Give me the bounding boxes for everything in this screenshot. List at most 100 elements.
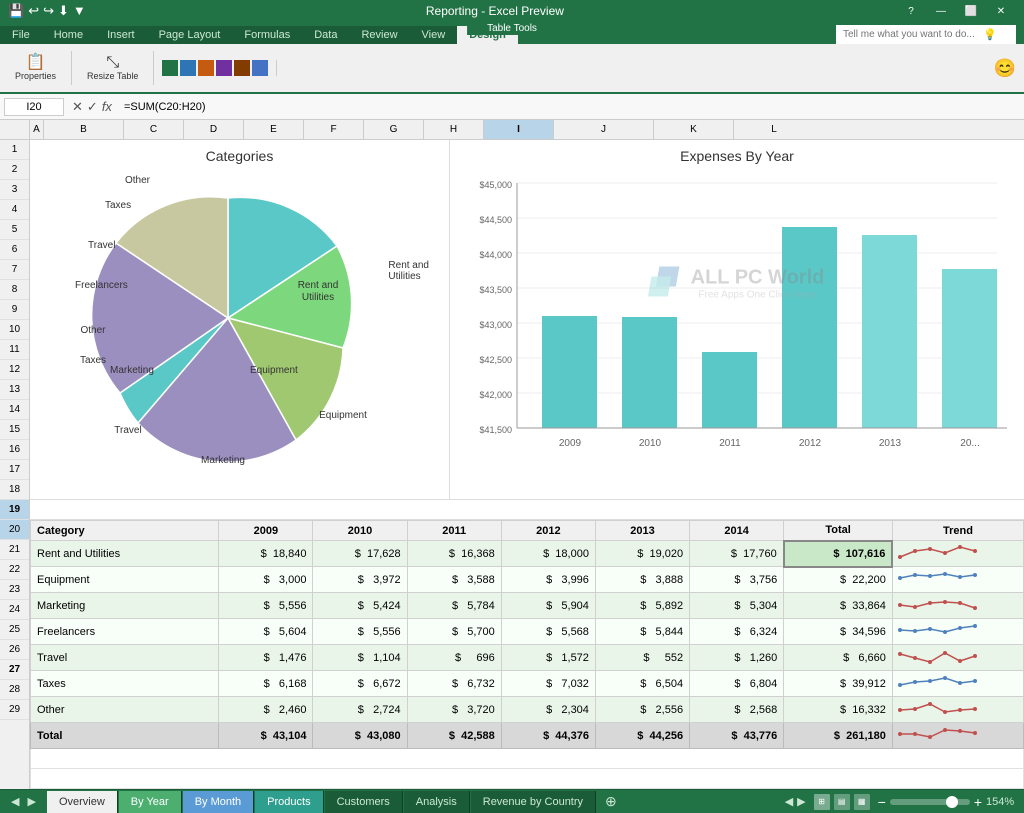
tab-by-year[interactable]: By Year [119, 791, 182, 813]
page-layout-icon[interactable]: ▤ [834, 794, 850, 810]
cell-mk-total: $ 33,864 [784, 593, 893, 619]
tab-overview[interactable]: Overview [47, 791, 118, 813]
scroll-controls[interactable]: ◀ ▶ [785, 795, 806, 808]
col-header-k: K [654, 120, 734, 139]
tab-insert[interactable]: Insert [95, 26, 147, 44]
redo-icon[interactable]: ↪ [43, 3, 54, 19]
style-swatch-2[interactable] [180, 60, 196, 76]
svg-text:2010: 2010 [639, 438, 662, 449]
search-input[interactable] [843, 29, 983, 40]
zoom-in-button[interactable]: + [974, 794, 982, 810]
tab-page-layout[interactable]: Page Layout [147, 26, 233, 44]
resize-button[interactable]: ⤡ Resize Table [80, 51, 145, 85]
header-2011: 2011 [407, 521, 501, 541]
status-right: ◀ ▶ ⊞ ▤ ▦ − + 154% [785, 794, 1016, 810]
quick-access-toolbar[interactable]: 💾 ↩ ↪ ⬇ ▼ [8, 3, 86, 19]
pie-chart-title: Categories [38, 148, 441, 164]
tab-products[interactable]: Products [255, 791, 323, 813]
table-total-row: Total $ 43,104 $ 43,080 $ 42,588 $ 44,37… [31, 723, 1024, 749]
zoom-out-button[interactable]: − [878, 794, 886, 810]
svg-text:$44,000: $44,000 [479, 250, 512, 260]
cell-ot-2011: $ 3,720 [407, 697, 501, 723]
minimize-button[interactable]: — [926, 0, 956, 22]
ribbon-group-styles [162, 60, 277, 76]
tab-by-month[interactable]: By Month [183, 791, 254, 813]
tab-formulas[interactable]: Formulas [232, 26, 302, 44]
header-total: Total [784, 521, 893, 541]
ribbon-group-properties: 📋 Properties [8, 51, 72, 85]
cell-rent-2011: $ 16,368 [407, 541, 501, 567]
label-other: Other [125, 175, 150, 186]
cell-tr-total: $ 6,660 [784, 645, 893, 671]
formula-input[interactable] [120, 99, 1020, 115]
formula-icons: ✕ ✓ fx [72, 99, 112, 115]
cell-eq-2012: $ 3,996 [501, 567, 595, 593]
bar-2009 [542, 316, 597, 428]
tab-view[interactable]: View [410, 26, 458, 44]
cell-total-2014: $ 43,776 [690, 723, 784, 749]
zoom-thumb[interactable] [946, 796, 958, 808]
style-swatch-5[interactable] [234, 60, 250, 76]
page-break-icon[interactable]: ▦ [854, 794, 870, 810]
cell-ot-2009: $ 2,460 [219, 697, 313, 723]
style-swatch-1[interactable] [162, 60, 178, 76]
normal-view-icon[interactable]: ⊞ [814, 794, 830, 810]
table-row-empty-28 [31, 749, 1024, 769]
cell-category-other: Other [31, 697, 219, 723]
table-row: Rent and Utilities $ 18,840 $ 17,628 $ 1… [31, 541, 1024, 567]
tab-home[interactable]: Home [42, 26, 95, 44]
cell-fr-2012: $ 5,568 [501, 619, 595, 645]
undo-icon[interactable]: ↩ [28, 3, 39, 19]
more-icon[interactable]: ▼ [73, 3, 86, 19]
name-box[interactable] [4, 98, 64, 116]
save-icon[interactable]: 💾 [8, 3, 24, 19]
view-controls[interactable]: ⊞ ▤ ▦ [814, 794, 870, 810]
pie-label-rent2: Utilities [302, 292, 334, 303]
header-2010: 2010 [313, 521, 407, 541]
close-button[interactable]: ✕ [986, 0, 1016, 22]
tab-file[interactable]: File [0, 26, 42, 44]
scroll-right-button[interactable]: ▶ [24, 795, 38, 808]
cell-fr-2010: $ 5,556 [313, 619, 407, 645]
pie-chart-container: Categories [30, 140, 450, 499]
cell-ot-total: $ 16,332 [784, 697, 893, 723]
label-freelancers: Freelancers [75, 280, 128, 291]
col-header-h: H [424, 120, 484, 139]
label-taxes: Taxes [105, 200, 131, 211]
scroll-left-button[interactable]: ◀ [8, 795, 22, 808]
search-box[interactable]: 💡 [836, 25, 1016, 44]
zoom-controls[interactable]: − + 154% [878, 794, 1016, 810]
cell-tx-2012: $ 7,032 [501, 671, 595, 697]
col-header-c: C [124, 120, 184, 139]
tab-revenue-by-country[interactable]: Revenue by Country [471, 791, 596, 813]
svg-text:$43,000: $43,000 [479, 320, 512, 330]
scroll-left-sheet[interactable]: ◀ [785, 795, 793, 808]
tab-review[interactable]: Review [349, 26, 409, 44]
column-headers: A B C D E F G H I J K L [0, 120, 1024, 140]
style-swatch-6[interactable] [252, 60, 268, 76]
help-button[interactable]: ? [896, 0, 926, 22]
tab-data[interactable]: Data [302, 26, 349, 44]
scroll-right-sheet[interactable]: ▶ [797, 795, 805, 808]
insert-function-icon[interactable]: fx [102, 99, 112, 115]
autosave-icon[interactable]: ⬇ [58, 3, 69, 19]
header-category: Category [31, 521, 219, 541]
add-sheet-button[interactable]: ⊕ [597, 791, 625, 813]
maximize-button[interactable]: ⬜ [956, 0, 986, 22]
svg-text:2011: 2011 [719, 438, 741, 449]
window-title: Reporting - Excel Preview [94, 4, 896, 18]
properties-button[interactable]: 📋 Properties [8, 51, 63, 85]
style-swatch-4[interactable] [216, 60, 232, 76]
cell-tx-trend [892, 671, 1023, 697]
header-2009: 2009 [219, 521, 313, 541]
confirm-formula-icon[interactable]: ✓ [87, 99, 98, 115]
style-swatch-3[interactable] [198, 60, 214, 76]
sheet-tabs[interactable]: Overview By Year By Month Products Custo… [47, 791, 785, 813]
user-emoji: 😊 [994, 58, 1016, 79]
tab-analysis[interactable]: Analysis [404, 791, 470, 813]
cancel-formula-icon[interactable]: ✕ [72, 99, 83, 115]
cell-category-equipment: Equipment [31, 567, 219, 593]
window-controls[interactable]: ? — ⬜ ✕ [896, 0, 1016, 22]
zoom-slider[interactable] [890, 799, 970, 805]
tab-customers[interactable]: Customers [325, 791, 403, 813]
